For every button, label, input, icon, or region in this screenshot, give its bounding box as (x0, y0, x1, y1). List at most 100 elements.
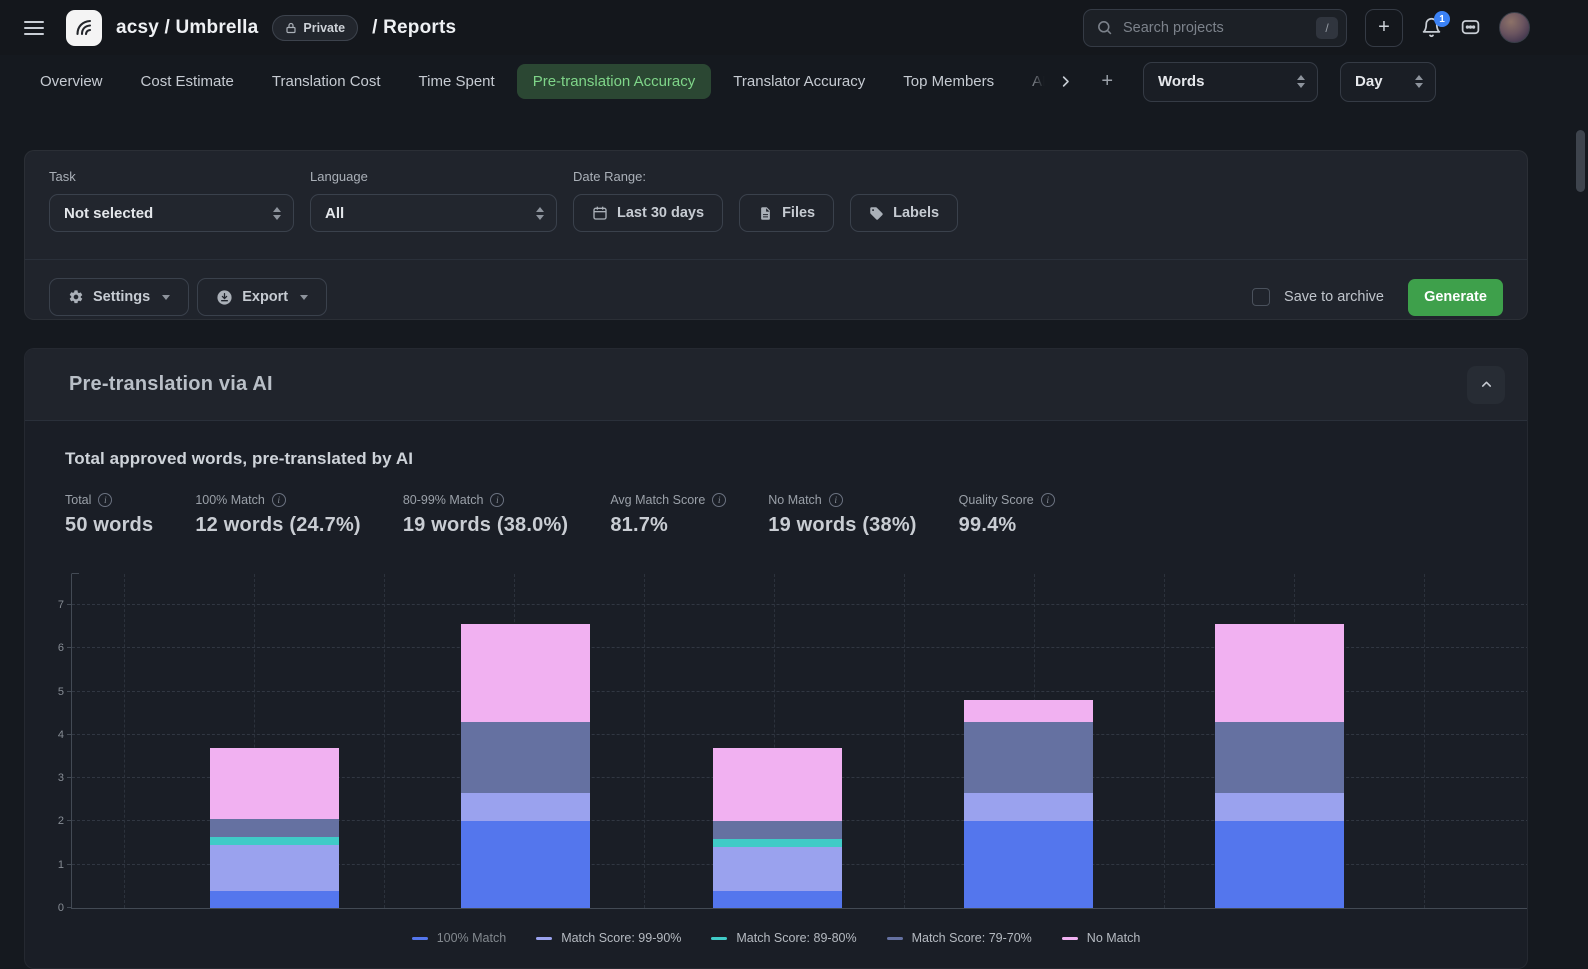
bar-segment[interactable] (964, 793, 1093, 821)
files-filter-label: Files (782, 205, 815, 221)
logo-glyph (72, 16, 96, 40)
gear-icon (68, 289, 84, 305)
caret-down-icon (162, 295, 170, 300)
y-axis-tick-label: 4 (46, 729, 64, 741)
bar-segment[interactable] (461, 722, 590, 793)
tab-cost-estimate[interactable]: Cost Estimate (125, 64, 250, 99)
date-range-button[interactable]: Last 30 days (573, 194, 723, 232)
stat-label: 80-99% Match (403, 493, 484, 507)
page-scrollbar-thumb[interactable] (1576, 130, 1585, 192)
stat-value: 81.7% (610, 514, 726, 537)
bar-segment[interactable] (461, 821, 590, 908)
calendar-icon (592, 205, 608, 221)
unit-select-value: Words (1158, 73, 1204, 90)
task-field: Task Not selected (49, 169, 294, 232)
bar-segment[interactable] (964, 821, 1093, 908)
stacked-bar[interactable] (1215, 624, 1344, 908)
report-panel-header: Pre-translation via AI (25, 349, 1527, 421)
bar-segment[interactable] (1215, 722, 1344, 793)
bar-segment[interactable] (713, 847, 842, 890)
legend-item[interactable]: Match Score: 79-70% (887, 931, 1032, 945)
breadcrumb-project[interactable]: acsy / Umbrella (116, 17, 258, 39)
info-icon[interactable]: i (829, 493, 843, 507)
bar-segment[interactable] (964, 700, 1093, 722)
save-to-archive-checkbox[interactable] (1252, 288, 1270, 306)
search-box[interactable]: / (1083, 9, 1347, 47)
export-button[interactable]: Export (197, 278, 327, 316)
menu-icon[interactable] (24, 21, 44, 35)
language-select[interactable]: All (310, 194, 557, 232)
bar-segment[interactable] (1215, 624, 1344, 721)
bar-segment[interactable] (461, 624, 590, 721)
select-arrows-icon (1297, 75, 1305, 88)
app-logo[interactable] (66, 10, 102, 46)
collapse-panel-button[interactable] (1467, 366, 1505, 404)
add-report-tab-button[interactable]: + (1095, 64, 1119, 99)
notifications-button[interactable]: 1 (1421, 17, 1442, 38)
bar-segment[interactable] (713, 891, 842, 908)
unit-select[interactable]: Words (1143, 62, 1318, 102)
stacked-bar[interactable] (210, 748, 339, 908)
legend-dash-icon (412, 937, 428, 940)
stat-value: 12 words (24.7%) (195, 514, 361, 537)
stat-quality-score: Quality Scorei 99.4% (959, 493, 1055, 537)
bar-segment[interactable] (1215, 793, 1344, 821)
bar-segment[interactable] (210, 748, 339, 819)
files-filter-button[interactable]: Files (739, 194, 834, 232)
legend-item[interactable]: 100% Match (412, 931, 506, 945)
generate-button[interactable]: Generate (1408, 279, 1503, 316)
legend-item[interactable]: No Match (1062, 931, 1141, 945)
y-axis-tick (67, 647, 72, 648)
create-project-button[interactable]: + (1365, 9, 1403, 47)
bar-segment[interactable] (210, 891, 339, 908)
task-select-value: Not selected (64, 205, 153, 222)
legend-dash-icon (711, 937, 727, 940)
bar-segment[interactable] (210, 845, 339, 890)
report-panel: Pre-translation via AI Total approved wo… (24, 348, 1528, 969)
messages-button[interactable] (1460, 17, 1481, 38)
stacked-bar[interactable] (964, 700, 1093, 908)
user-avatar[interactable] (1499, 12, 1530, 43)
legend-dash-icon (887, 937, 903, 940)
report-title: Pre-translation via AI (69, 373, 273, 396)
search-input[interactable] (1123, 20, 1306, 36)
info-icon[interactable]: i (98, 493, 112, 507)
date-range-label: Date Range: (573, 169, 958, 184)
legend-item[interactable]: Match Score: 99-90% (536, 931, 681, 945)
stacked-bar[interactable] (713, 748, 842, 908)
bar-segment[interactable] (713, 839, 842, 848)
tabs-scroll-right-button[interactable] (1052, 68, 1079, 95)
chart-legend: 100% Match Match Score: 99-90% Match Score… (25, 931, 1527, 945)
tab-top-members[interactable]: Top Members (887, 64, 1010, 99)
v-gridline (384, 574, 385, 908)
chevron-up-icon (1479, 377, 1494, 392)
bar-segment[interactable] (713, 748, 842, 822)
settings-label: Settings (93, 289, 150, 305)
v-gridline (904, 574, 905, 908)
task-select[interactable]: Not selected (49, 194, 294, 232)
tab-pre-translation-accuracy[interactable]: Pre-translation Accuracy (517, 64, 712, 99)
bar-segment[interactable] (210, 837, 339, 846)
labels-filter-button[interactable]: Labels (850, 194, 958, 232)
tab-ai-truncated[interactable]: AI (1016, 64, 1046, 99)
bar-segment[interactable] (713, 821, 842, 838)
tab-translation-cost[interactable]: Translation Cost (256, 64, 397, 99)
bar-segment[interactable] (1215, 821, 1344, 908)
tab-time-spent[interactable]: Time Spent (403, 64, 511, 99)
bar-segment[interactable] (461, 793, 590, 821)
filter-divider (25, 259, 1527, 260)
info-icon[interactable]: i (490, 493, 504, 507)
reports-page: acsy / Umbrella Private / Reports / + 1 (0, 0, 1588, 969)
stacked-bar[interactable] (461, 624, 590, 908)
tab-translator-accuracy[interactable]: Translator Accuracy (717, 64, 881, 99)
info-icon[interactable]: i (1041, 493, 1055, 507)
bar-segment[interactable] (210, 819, 339, 836)
info-icon[interactable]: i (272, 493, 286, 507)
tab-overview[interactable]: Overview (24, 64, 119, 99)
breadcrumb-section: / Reports (372, 17, 456, 39)
bar-segment[interactable] (964, 722, 1093, 793)
legend-item[interactable]: Match Score: 89-80% (711, 931, 856, 945)
period-select[interactable]: Day (1340, 62, 1436, 102)
info-icon[interactable]: i (712, 493, 726, 507)
settings-button[interactable]: Settings (49, 278, 189, 316)
